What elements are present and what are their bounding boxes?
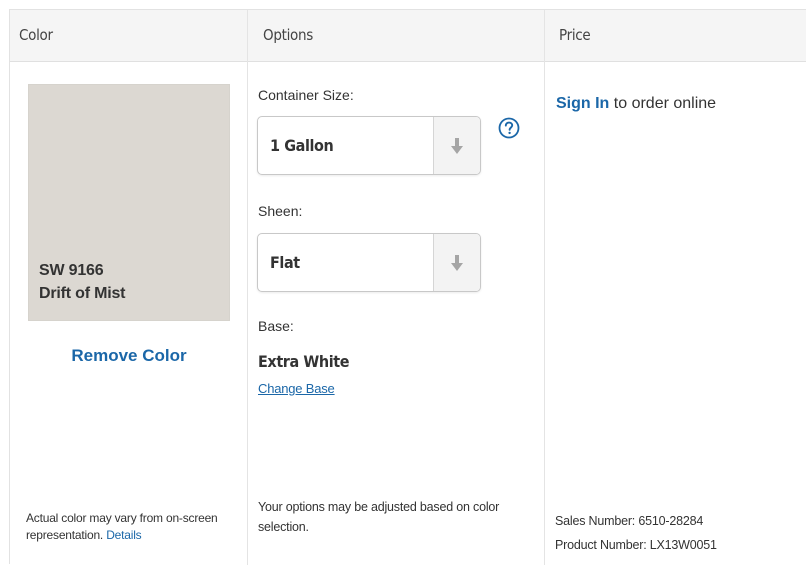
arrow-down-icon (433, 117, 480, 174)
color-swatch: SW 9166 Drift of Mist (28, 84, 230, 321)
sales-number: Sales Number: 6510-28284 (555, 514, 704, 528)
sheen-value: Flat (270, 253, 300, 272)
details-link[interactable]: Details (106, 528, 141, 542)
table-header: Color Options Price (10, 10, 806, 62)
sheen-label: Sheen: (258, 203, 303, 219)
sign-in-link[interactable]: Sign In (556, 95, 609, 112)
arrow-down-icon (433, 234, 480, 291)
color-disclaimer: Actual color may vary from on-screen rep… (26, 510, 241, 544)
base-value: Extra White (258, 352, 350, 371)
header-color: Color (19, 26, 53, 44)
container-size-select[interactable]: 1 Gallon (257, 116, 481, 175)
header-options: Options (263, 26, 313, 44)
sign-in-text: to order online (613, 95, 717, 112)
column-divider (544, 10, 545, 565)
header-price: Price (559, 26, 591, 44)
color-name: Drift of Mist (39, 285, 126, 302)
options-note: Your options may be adjusted based on co… (258, 500, 500, 534)
question-circle-icon[interactable] (498, 117, 520, 139)
product-number: Product Number: LX13W0051 (555, 538, 717, 552)
sign-in-prompt: Sign In to order online (556, 95, 716, 113)
container-size-value: 1 Gallon (270, 136, 334, 155)
change-base-link[interactable]: Change Base (258, 381, 335, 396)
remove-color-link[interactable]: Remove Color (28, 346, 230, 366)
container-size-label: Container Size: (258, 87, 354, 103)
sheen-select[interactable]: Flat (257, 233, 481, 292)
column-divider (247, 10, 248, 565)
base-label: Base: (258, 318, 294, 334)
color-number: SW 9166 (39, 262, 104, 279)
